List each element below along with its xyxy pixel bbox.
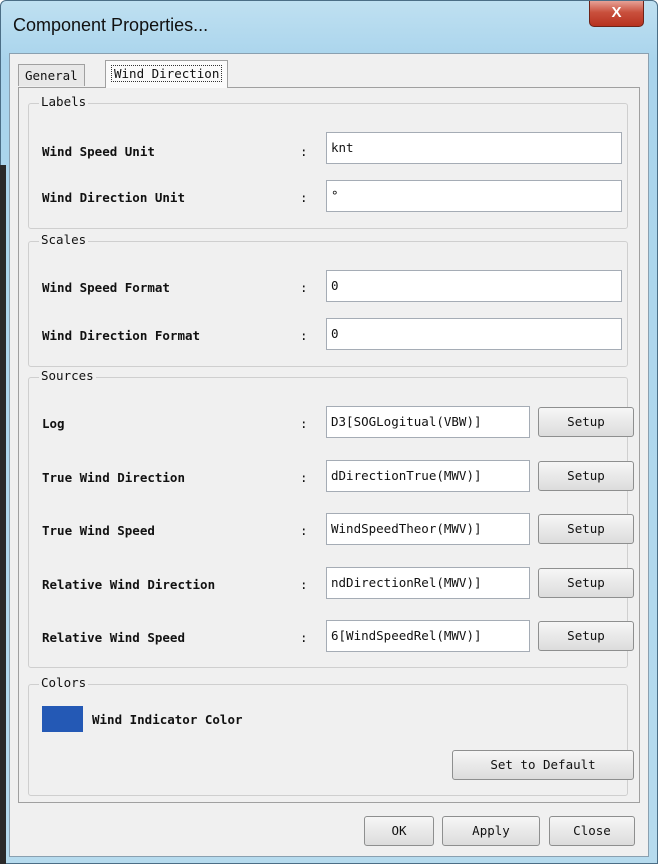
sources-group-title: Sources — [39, 368, 96, 383]
wind-speed-unit-input[interactable]: knt — [326, 132, 622, 164]
true-wind-direction-input[interactable]: dDirectionTrue(MWV)] — [326, 460, 530, 492]
colon: : — [300, 280, 308, 295]
set-to-default-button[interactable]: Set to Default — [452, 750, 634, 780]
wind-indicator-color-swatch[interactable] — [42, 706, 83, 732]
colon: : — [300, 144, 308, 159]
colon: : — [300, 630, 308, 645]
wind-speed-format-label: Wind Speed Format — [42, 280, 170, 295]
colon: : — [300, 190, 308, 205]
colon: : — [300, 470, 308, 485]
ok-button[interactable]: OK — [364, 816, 434, 846]
wind-direction-format-input[interactable]: 0 — [326, 318, 622, 350]
wind-speed-unit-label: Wind Speed Unit — [42, 144, 155, 159]
relative-wind-speed-input[interactable]: 6[WindSpeedRel(MWV)] — [326, 620, 530, 652]
scales-group-title: Scales — [39, 232, 89, 247]
tab-wind-direction[interactable]: Wind Direction — [105, 60, 229, 88]
true-wind-direction-label: True Wind Direction — [42, 470, 185, 485]
tab-general-label: General — [25, 68, 78, 83]
relative-wind-direction-setup-button[interactable]: Setup — [538, 568, 634, 598]
colon: : — [300, 577, 308, 592]
colon: : — [300, 523, 308, 538]
wind-indicator-color-label: Wind Indicator Color — [92, 712, 243, 727]
background-strip — [0, 165, 6, 864]
close-window-button[interactable]: X — [589, 1, 644, 27]
apply-button[interactable]: Apply — [442, 816, 540, 846]
true-wind-speed-input[interactable]: WindSpeedTheor(MWV)] — [326, 513, 530, 545]
wind-direction-unit-label: Wind Direction Unit — [42, 190, 185, 205]
close-button[interactable]: Close — [549, 816, 635, 846]
log-source-input[interactable]: D3[SOGLogitual(VBW)] — [326, 406, 530, 438]
wind-speed-format-input[interactable]: 0 — [326, 270, 622, 302]
log-source-label: Log — [42, 416, 65, 431]
tab-wind-direction-label: Wind Direction — [110, 65, 223, 82]
true-wind-speed-label: True Wind Speed — [42, 523, 155, 538]
tab-general[interactable]: General — [18, 64, 85, 86]
relative-wind-direction-input[interactable]: ndDirectionRel(MWV)] — [326, 567, 530, 599]
colon: : — [300, 328, 308, 343]
relative-wind-speed-label: Relative Wind Speed — [42, 630, 185, 645]
colors-group-title: Colors — [39, 675, 89, 690]
true-wind-speed-setup-button[interactable]: Setup — [538, 514, 634, 544]
window-title: Component Properties... — [13, 15, 209, 35]
true-wind-direction-setup-button[interactable]: Setup — [538, 461, 634, 491]
colon: : — [300, 416, 308, 431]
relative-wind-speed-setup-button[interactable]: Setup — [538, 621, 634, 651]
wind-direction-unit-input[interactable]: ° — [326, 180, 622, 212]
relative-wind-direction-label: Relative Wind Direction — [42, 577, 216, 592]
labels-group-title: Labels — [39, 94, 89, 109]
wind-direction-format-label: Wind Direction Format — [42, 328, 201, 343]
log-setup-button[interactable]: Setup — [538, 407, 634, 437]
